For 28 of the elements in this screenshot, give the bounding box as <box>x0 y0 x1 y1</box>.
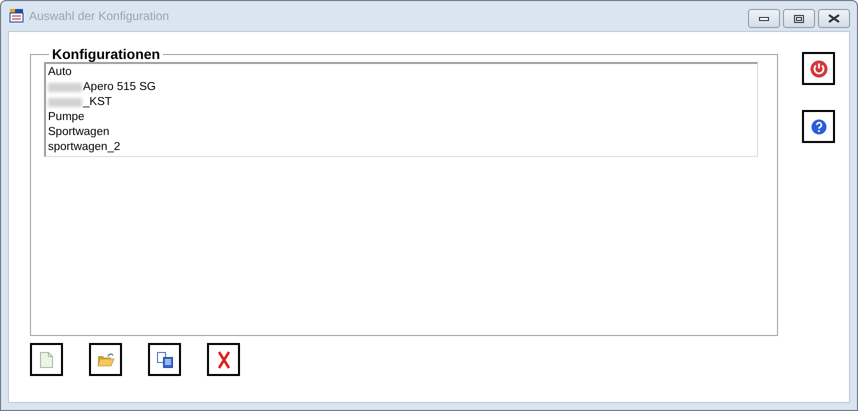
list-item[interactable]: Sportwagen <box>48 125 755 140</box>
minimize-button[interactable] <box>748 9 780 28</box>
maximize-button[interactable] <box>783 9 815 28</box>
delete-button[interactable] <box>207 343 240 376</box>
open-button[interactable] <box>89 343 122 376</box>
copy-icon <box>156 352 172 368</box>
list-item[interactable]: sportwagen_2 <box>48 140 755 155</box>
list-item[interactable]: _KST <box>48 95 755 110</box>
new-button[interactable] <box>30 343 63 376</box>
group-title: Konfigurationen <box>51 46 162 62</box>
list-item[interactable]: Apero 515 SG <box>48 80 755 95</box>
list-item[interactable]: Auto <box>48 65 755 80</box>
close-button[interactable] <box>818 9 850 28</box>
window-title: Auswahl der Konfiguration <box>29 9 170 23</box>
list-item[interactable]: Pumpe <box>48 110 755 125</box>
minimize-icon <box>759 16 769 20</box>
document-icon <box>40 352 53 368</box>
help-button[interactable] <box>802 110 835 143</box>
power-icon <box>810 60 828 78</box>
maximize-icon <box>794 14 804 22</box>
help-icon <box>810 118 826 134</box>
delete-icon <box>216 350 230 368</box>
configuration-list[interactable]: Auto Apero 515 SG _KST Pumpe Sportwagen sportwagen_2 <box>44 62 758 157</box>
copy-button[interactable] <box>148 343 181 376</box>
power-button[interactable] <box>802 52 835 85</box>
app-icon <box>9 8 25 24</box>
close-icon <box>828 14 840 23</box>
folder-icon <box>96 352 114 368</box>
